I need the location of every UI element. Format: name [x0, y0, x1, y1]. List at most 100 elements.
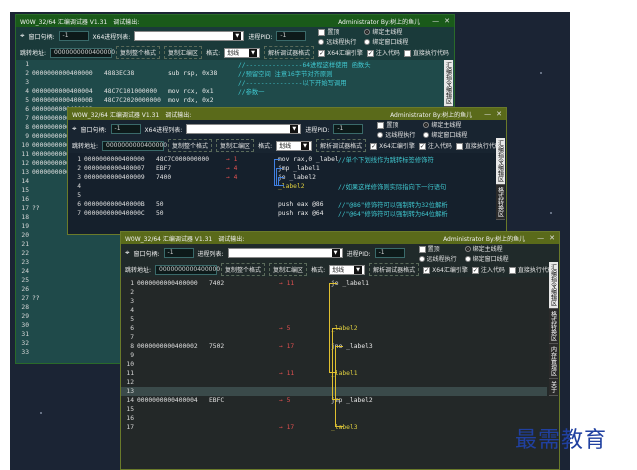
title-bar[interactable]: W0W_32/64 汇编调试器 V1.31 调试输出: Administrato…	[121, 232, 559, 244]
process-list-select[interactable]: ▼	[134, 31, 245, 41]
window-thread-radio[interactable]: 绑定窗口线程	[364, 37, 408, 46]
chevron-down-icon: ▼	[290, 125, 299, 133]
tab-memory[interactable]: 内存管理区	[548, 344, 558, 379]
main-thread-radio[interactable]: 绑定主线程	[423, 120, 467, 129]
minimize-icon[interactable]: —	[484, 110, 491, 118]
line-number: 4	[25, 88, 29, 95]
tab-asm-edit[interactable]: 汇编指令编辑区	[548, 262, 558, 309]
process-list-select[interactable]: ▼	[227, 248, 343, 258]
hex-cell: 50	[156, 201, 164, 208]
comment-cell: //---------------以下开始写调用	[238, 80, 347, 87]
line-number: 25	[21, 277, 29, 284]
jump-link-line	[278, 177, 284, 186]
minimize-icon[interactable]: —	[432, 17, 439, 25]
close-icon[interactable]: ✕	[549, 234, 555, 242]
set-top-checkbox[interactable]: 置顶	[377, 120, 415, 129]
remote-thread-radio[interactable]: 远线程执行	[377, 130, 415, 139]
set-top-checkbox[interactable]: 置顶	[318, 27, 356, 36]
copy-asm-button[interactable]: 复制汇编区	[164, 46, 203, 59]
jump-addr-field[interactable]: 0000000000400000	[102, 140, 167, 151]
table-row: 17 → 17 _label3	[121, 423, 547, 432]
line-number: 15	[21, 187, 29, 194]
mode-select[interactable]: 划线 ▼	[329, 264, 366, 275]
tab-format[interactable]: 格式转换区	[495, 185, 505, 220]
close-icon[interactable]: ✕	[444, 17, 450, 25]
set-top-checkbox[interactable]: 置顶	[418, 244, 457, 253]
close-icon[interactable]: ✕	[496, 110, 502, 118]
copy-asm-button[interactable]: 复制汇编区	[216, 139, 255, 152]
tab-format[interactable]: 格式转换区	[548, 309, 558, 344]
debug-output-menu[interactable]: 调试输出:	[218, 234, 244, 243]
copy-format-button[interactable]: 复制整个格式	[221, 263, 266, 276]
copy-asm-button[interactable]: 复制汇编区	[269, 263, 308, 276]
line-number: 15	[126, 406, 134, 413]
window-thread-radio[interactable]: 绑定窗口线程	[423, 130, 467, 139]
parse-format-button[interactable]: 解析调试器格式	[316, 139, 367, 152]
crosshair-icon[interactable]: ⌖	[20, 31, 25, 41]
hex-cell: 7502	[209, 343, 225, 350]
line-number: 32	[21, 340, 29, 347]
crosshair-icon[interactable]: ⌖	[125, 248, 130, 258]
remote-thread-radio[interactable]: 远线程执行	[318, 37, 356, 46]
jump-addr-field[interactable]: 0000000000400000	[155, 264, 220, 275]
mode-select[interactable]: 划线 ▼	[224, 47, 261, 58]
main-thread-radio[interactable]: 绑定主线程	[464, 244, 509, 253]
second-toolbar: 跳转地址: 0000000000400000 复制整个格式 复制汇编区 格式: …	[121, 262, 559, 277]
line-number: 2	[77, 165, 81, 172]
title-bar[interactable]: W0W_32/64 汇编调试器 V1.31 调试输出: Administrato…	[68, 108, 506, 120]
debug-output-menu[interactable]: 调试输出:	[113, 17, 139, 26]
copy-format-button[interactable]: 复制整个格式	[116, 46, 161, 59]
table-row: 5 000000000040000B 48C7C2020000000 mov rdx,…	[16, 96, 442, 105]
window-handle-field[interactable]: -1	[58, 31, 89, 41]
line-number: 11	[21, 151, 29, 158]
star	[540, 72, 542, 74]
parse-format-button[interactable]: 解析调试器格式	[264, 46, 315, 59]
comment-cell: //预留空间 注意16字节对齐原则	[238, 71, 333, 78]
line-number: 30	[21, 322, 29, 329]
code-editor[interactable]: 1 0000000000400000 7402 → 11 je _label1 2 3 4 5 6…	[121, 277, 547, 469]
window-handle-field[interactable]: -1	[163, 248, 194, 258]
tab-asm-edit[interactable]: 汇编指令编辑区	[495, 138, 505, 185]
tab-asm-edit[interactable]: 汇编指令编辑区	[443, 60, 453, 107]
pid-field[interactable]: -1	[374, 248, 405, 258]
line-number: 7	[25, 115, 29, 122]
process-list-label: X64进程列表:	[144, 126, 183, 134]
jump-target-cell: → 11	[279, 280, 295, 287]
mode-label: 格式:	[258, 143, 273, 150]
jump-target-cell: → 17	[279, 343, 295, 350]
tab-about[interactable]: 关于	[548, 379, 558, 396]
copy-format-button[interactable]: 复制整个格式	[168, 139, 213, 152]
parse-format-button[interactable]: 解析调试器格式	[369, 263, 420, 276]
code-editor[interactable]: 1 0000000000400000 48C7C000000000 → 1 mov ra…	[68, 153, 494, 234]
x64-engine-checkbox[interactable]: ✓ X64汇编引擎	[318, 48, 363, 57]
window-handle-label: 窗口句柄:	[80, 126, 107, 134]
mode-label: 格式:	[206, 50, 221, 57]
remote-thread-radio[interactable]: 远线程执行	[418, 254, 457, 263]
jump-addr-field[interactable]: 0000000000400000	[50, 47, 115, 58]
direct-exec-checkbox[interactable]: 直接执行代码	[403, 48, 449, 57]
process-list-select[interactable]: ▼	[186, 124, 302, 134]
pid-field[interactable]: -1	[276, 31, 307, 41]
inject-checkbox[interactable]: ✓ 注入代码	[418, 141, 452, 150]
line-number: 5	[130, 316, 134, 323]
asm-code-cell: mov rdx, 0x2	[168, 97, 214, 104]
mode-select[interactable]: 划线 ▼	[276, 140, 313, 151]
main-thread-radio[interactable]: 绑定主线程	[364, 27, 408, 36]
jump-target-cell: → 4	[226, 174, 238, 181]
pid-field[interactable]: -1	[333, 124, 364, 134]
inject-checkbox[interactable]: ✓ 注入代码	[471, 265, 505, 274]
minimize-icon[interactable]: —	[537, 234, 544, 242]
inject-checkbox[interactable]: ✓ 注入代码	[366, 48, 400, 57]
debug-output-menu[interactable]: 调试输出:	[165, 110, 191, 119]
jump-target-cell: → 4	[226, 165, 238, 172]
x64-engine-checkbox[interactable]: ✓ X64汇编引擎	[423, 265, 468, 274]
x64-engine-checkbox[interactable]: ✓ X64汇编引擎	[370, 141, 415, 150]
line-number: 10	[21, 142, 29, 149]
line-number: 8	[130, 343, 134, 350]
window-thread-radio[interactable]: 绑定窗口线程	[464, 254, 509, 263]
crosshair-icon[interactable]: ⌖	[72, 124, 77, 134]
title-bar[interactable]: W0W_32/64 汇编调试器 V1.31 调试输出: Administrato…	[16, 15, 454, 27]
window-handle-field[interactable]: -1	[110, 124, 141, 134]
chevron-down-icon: ▼	[249, 48, 258, 57]
jump-target-cell: → 1	[226, 156, 238, 163]
